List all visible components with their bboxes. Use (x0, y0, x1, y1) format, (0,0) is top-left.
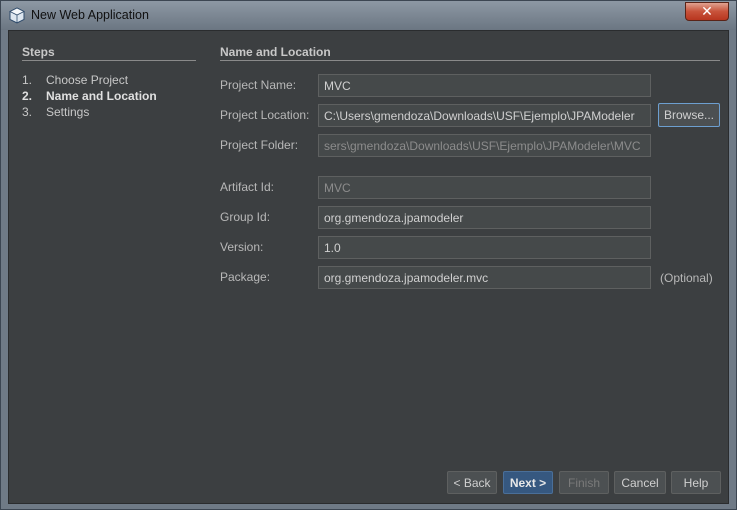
step-number: 3. (22, 105, 33, 119)
optional-note: (Optional) (660, 271, 713, 285)
next-button[interactable]: Next > (503, 471, 553, 494)
package-input[interactable]: org.gmendoza.jpamodeler.mvc (318, 266, 651, 289)
close-button[interactable]: ✕ (685, 2, 729, 21)
dialog-window: New Web Application ✕ Steps 1. Choose Pro… (0, 0, 737, 510)
project-name-input[interactable]: MVC (318, 74, 651, 97)
help-button[interactable]: Help (671, 471, 721, 494)
version-input[interactable]: 1.0 (318, 236, 651, 259)
browse-button[interactable]: Browse... (658, 103, 720, 127)
project-name-label: Project Name: (220, 78, 297, 92)
title-bar[interactable]: New Web Application ✕ (1, 1, 736, 30)
step-label: Settings (46, 105, 90, 119)
step-settings: 3. Settings (22, 105, 89, 119)
step-name-and-location: 2. Name and Location (22, 89, 157, 103)
app-cube-icon (9, 7, 25, 24)
dialog-content: Steps 1. Choose Project 2. Name and Locati… (8, 30, 729, 504)
group-id-label: Group Id: (220, 210, 271, 224)
window-title: New Web Application (31, 8, 149, 22)
close-icon: ✕ (701, 4, 713, 20)
section-divider (220, 60, 720, 61)
version-label: Version: (220, 240, 264, 254)
step-label: Name and Location (46, 89, 157, 103)
step-label: Choose Project (46, 73, 129, 87)
project-folder-label: Project Folder: (220, 138, 299, 152)
package-label: Package: (220, 270, 271, 284)
finish-button: Finish (559, 471, 609, 494)
step-number: 2. (22, 89, 33, 103)
project-folder-field: sers\gmendoza\Downloads\USF\Ejemplo\JPAM… (318, 134, 651, 157)
project-location-input[interactable]: C:\Users\gmendoza\Downloads\USF\Ejemplo\… (318, 104, 651, 127)
step-number: 1. (22, 73, 33, 87)
steps-divider (22, 60, 196, 61)
group-id-input[interactable]: org.gmendoza.jpamodeler (318, 206, 651, 229)
section-title: Name and Location (220, 45, 331, 59)
back-button[interactable]: < Back (447, 471, 497, 494)
project-location-label: Project Location: (220, 108, 310, 122)
artifact-id-label: Artifact Id: (220, 180, 275, 194)
cancel-button[interactable]: Cancel (614, 471, 666, 494)
artifact-id-field: MVC (318, 176, 651, 199)
steps-title: Steps (22, 45, 55, 59)
step-choose-project: 1. Choose Project (22, 73, 128, 87)
